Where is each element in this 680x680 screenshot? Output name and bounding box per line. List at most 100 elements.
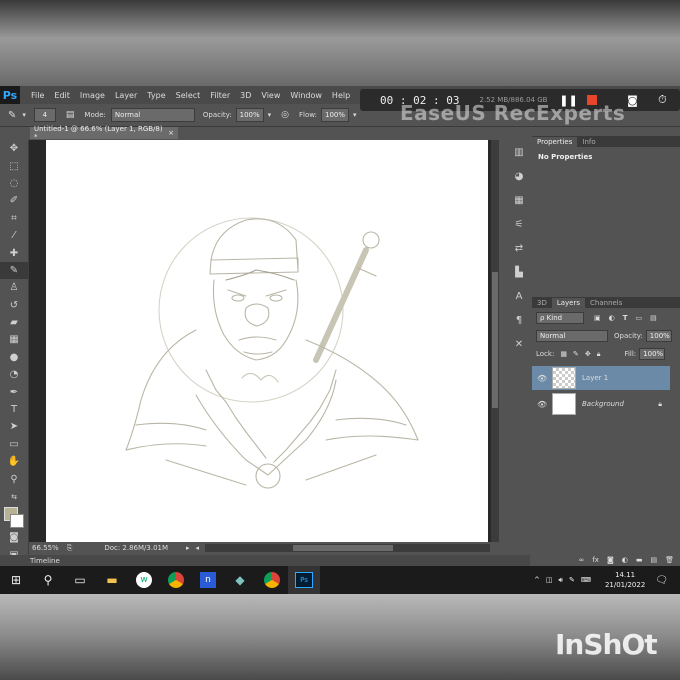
history-panel-icon[interactable]: ▥	[508, 140, 530, 164]
camera-icon[interactable]: ◙	[625, 93, 639, 107]
clone-stamp-tool-icon[interactable]: ♙	[0, 279, 28, 296]
adjustment-layer-icon[interactable]: ◐	[622, 556, 628, 564]
export-icon[interactable]: ⎘	[67, 544, 73, 553]
eraser-tool-icon[interactable]: ▰	[0, 314, 28, 331]
layer-opacity-input[interactable]: 100%	[645, 330, 672, 342]
layer-name[interactable]: Layer 1	[582, 374, 608, 382]
lock-transparency-icon[interactable]: ▦	[560, 350, 567, 358]
layer-style-icon[interactable]: fx	[592, 556, 599, 564]
tools-presets-icon[interactable]: ✕	[508, 332, 530, 356]
visibility-eye-icon[interactable]: 👁︎	[537, 374, 547, 383]
filter-type-icon[interactable]: T	[623, 314, 628, 322]
status-menu-arrow-icon[interactable]: ▸	[186, 544, 190, 552]
timeline-label[interactable]: Timeline	[30, 557, 60, 565]
menu-window[interactable]: Window	[285, 91, 327, 100]
brush-tool-icon[interactable]: ✎	[0, 261, 28, 280]
blur-tool-icon[interactable]: ●	[0, 349, 28, 366]
layer-row-layer-1[interactable]: 👁︎ Layer 1	[532, 366, 670, 390]
pressure-opacity-icon[interactable]: ◎	[281, 110, 289, 120]
gradient-tool-icon[interactable]: ▦	[0, 331, 28, 348]
filter-shape-icon[interactable]: ▭	[636, 314, 643, 322]
chrome-icon[interactable]	[160, 566, 192, 594]
color-panel-icon[interactable]: ◕	[508, 164, 530, 188]
path-selection-tool-icon[interactable]: ➤	[0, 418, 28, 435]
tab-3d[interactable]: 3D	[532, 298, 552, 308]
filter-adjust-icon[interactable]: ◐	[609, 314, 615, 322]
zoom-tool-icon[interactable]: ⚲	[0, 470, 28, 487]
delete-layer-icon[interactable]: 🗑︎	[665, 556, 674, 564]
swap-colors-icon[interactable]: ⇆	[0, 488, 28, 505]
app-notes-icon[interactable]: ◆	[224, 566, 256, 594]
swatches-panel-icon[interactable]: ▦	[508, 188, 530, 212]
mode-select[interactable]: Normal	[110, 108, 195, 122]
menu-view[interactable]: View	[256, 91, 285, 100]
character-panel-icon[interactable]: A	[508, 284, 530, 308]
layer-name[interactable]: Background	[582, 400, 624, 408]
eyedropper-tool-icon[interactable]: ⁄	[0, 227, 28, 244]
move-tool-icon[interactable]: ✥	[0, 140, 28, 157]
notifications-icon[interactable]: 🗨︎	[655, 575, 668, 586]
menu-3d[interactable]: 3D	[235, 91, 256, 100]
paragraph-panel-icon[interactable]: ¶	[508, 308, 530, 332]
photoshop-taskbar-icon[interactable]: Ps	[288, 566, 320, 594]
quick-mask-icon[interactable]: ◙	[0, 529, 28, 546]
lock-position-icon[interactable]: ✥	[585, 350, 591, 358]
menu-help[interactable]: Help	[327, 91, 355, 100]
quick-select-tool-icon[interactable]: ✐	[0, 192, 28, 209]
tab-properties[interactable]: Properties	[532, 137, 578, 147]
tray-chevron-icon[interactable]: ^	[534, 576, 540, 584]
keyboard-icon[interactable]: ⌨	[581, 576, 591, 584]
search-icon[interactable]: ⚲	[32, 566, 64, 594]
adjustments-panel-icon[interactable]: ⚟	[508, 212, 530, 236]
task-view-icon[interactable]: ▭	[64, 566, 96, 594]
document-canvas[interactable]	[46, 140, 488, 542]
volume-icon[interactable]: 🔊︎	[559, 576, 563, 585]
opacity-input[interactable]: 100%	[235, 108, 264, 122]
dropdown-arrow-icon[interactable]: ▾	[353, 111, 357, 119]
clock[interactable]: 14.11 21/01/2022	[605, 570, 645, 590]
tray-app-icon[interactable]: ◫	[546, 576, 553, 584]
horizontal-scroll-thumb[interactable]	[293, 545, 393, 551]
lock-pixels-icon[interactable]: ✎	[573, 350, 579, 358]
blend-mode-select[interactable]: Normal	[536, 330, 608, 342]
close-icon[interactable]: ×	[168, 129, 174, 137]
dodge-tool-icon[interactable]: ◔	[0, 366, 28, 383]
scroll-left-icon[interactable]: ◂	[196, 544, 200, 552]
type-tool-icon[interactable]: T	[0, 401, 28, 418]
pen-tool-icon[interactable]: ✒	[0, 383, 28, 400]
history-brush-tool-icon[interactable]: ↺	[0, 297, 28, 314]
vertical-scrollbar[interactable]	[491, 140, 499, 542]
menu-file[interactable]: File	[26, 91, 49, 100]
file-explorer-icon[interactable]: ▬	[96, 566, 128, 594]
app-n-icon[interactable]: n	[192, 566, 224, 594]
styles-panel-icon[interactable]: ⇄	[508, 236, 530, 260]
fill-input[interactable]: 100%	[639, 348, 666, 360]
shape-tool-icon[interactable]: ▭	[0, 436, 28, 453]
windows-start-icon[interactable]: ⊞	[0, 566, 32, 594]
link-layers-icon[interactable]: ∞	[579, 556, 585, 564]
group-icon[interactable]: ▬	[636, 556, 643, 564]
menu-layer[interactable]: Layer	[110, 91, 142, 100]
pen-icon[interactable]: ✎	[569, 576, 575, 584]
marquee-tool-icon[interactable]: ⬚	[0, 157, 28, 174]
brush-tool-icon[interactable]: ✎	[8, 110, 16, 121]
healing-brush-tool-icon[interactable]: ✚	[0, 244, 28, 261]
menu-edit[interactable]: Edit	[49, 91, 75, 100]
layer-kind-filter[interactable]: ρ Kind	[536, 312, 584, 324]
document-tab[interactable]: Untitled-1 @ 66.6% (Layer 1, RGB/8) * ×	[30, 125, 178, 141]
color-swatches[interactable]	[0, 505, 28, 529]
tab-info[interactable]: Info	[577, 137, 600, 147]
menu-image[interactable]: Image	[75, 91, 110, 100]
dropdown-arrow-icon[interactable]: ▾	[22, 111, 26, 119]
navigator-panel-icon[interactable]: ▙	[508, 260, 530, 284]
brush-panel-icon[interactable]: ▤	[66, 110, 75, 120]
crop-tool-icon[interactable]: ⌗	[0, 210, 28, 227]
flow-input[interactable]: 100%	[320, 108, 349, 122]
layer-mask-icon[interactable]: ◙	[607, 556, 614, 564]
hand-tool-icon[interactable]: ✋	[0, 453, 28, 470]
brush-size-picker[interactable]: 4	[33, 108, 56, 122]
visibility-eye-icon[interactable]: 👁︎	[537, 400, 547, 409]
zoom-level[interactable]: 66.55%	[32, 544, 59, 552]
vertical-scroll-thumb[interactable]	[492, 272, 498, 408]
lasso-tool-icon[interactable]: ◌	[0, 175, 28, 192]
